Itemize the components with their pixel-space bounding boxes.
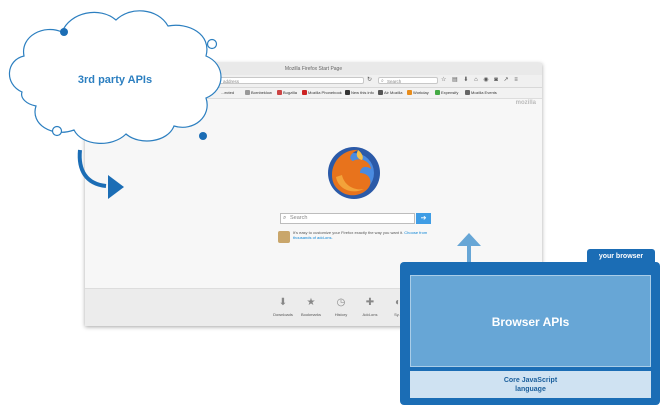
bookmark-item[interactable]: Bornbeklow: [245, 90, 272, 95]
page-search-input[interactable]: ⌕ Search: [280, 213, 415, 224]
search-icon: ⌕: [381, 78, 384, 84]
bookmark-item[interactable]: Mozilla Phonebook: [302, 90, 342, 95]
arrow-right-icon: ➔: [420, 215, 427, 222]
bookmark-item[interactable]: New this info: [345, 90, 374, 95]
nav-search-input[interactable]: ⌕ Search: [378, 77, 438, 84]
core-javascript-box: Core JavaScript language: [410, 371, 651, 398]
bookmark-item[interactable]: Expensify: [435, 90, 458, 95]
core-js-line2: language: [515, 385, 546, 393]
snippet-text: It's easy to customize your Firefox exac…: [293, 230, 428, 240]
url-bar[interactable]: address: [219, 77, 364, 84]
mozilla-brand: mozilla: [515, 100, 536, 106]
toolbar-icons[interactable]: ☆ ▤ ⬇ ⌂ ◉ ◙ ↗ ≡: [441, 76, 541, 86]
puzzle-icon: ✚: [365, 297, 375, 308]
snippet-icon: [278, 231, 290, 243]
bookmarks-button[interactable]: ★ Bookmarks: [296, 297, 326, 317]
core-js-line1: Core JavaScript: [503, 376, 558, 384]
star-icon: ★: [306, 297, 316, 308]
cloud-label: 3rd party APIs: [77, 74, 153, 86]
download-icon: ⬇: [278, 297, 288, 308]
downloads-button[interactable]: ⬇ Downloads: [268, 297, 298, 317]
page-search-placeholder: Search: [290, 215, 308, 221]
bookmark-item[interactable]: Bugzilla: [277, 90, 297, 95]
reload-icon[interactable]: ↻: [367, 76, 372, 83]
search-icon: ⌕: [283, 215, 287, 221]
history-button[interactable]: ◷ History: [326, 297, 356, 317]
bookmark-item[interactable]: Air Mozilla: [378, 90, 402, 95]
bookmark-item[interactable]: Workday: [407, 90, 429, 95]
curved-arrow-icon: [77, 149, 124, 199]
addons-button[interactable]: ✚ Add-ons: [355, 297, 385, 317]
search-go-button[interactable]: ➔: [416, 213, 431, 224]
nav-search-placeholder: Search: [387, 79, 402, 84]
clock-icon: ◷: [336, 297, 346, 308]
bookmark-item[interactable]: Mozilla Events: [465, 90, 497, 95]
firefox-logo-icon: [328, 147, 380, 199]
browser-apis-box: Browser APIs: [410, 275, 651, 367]
